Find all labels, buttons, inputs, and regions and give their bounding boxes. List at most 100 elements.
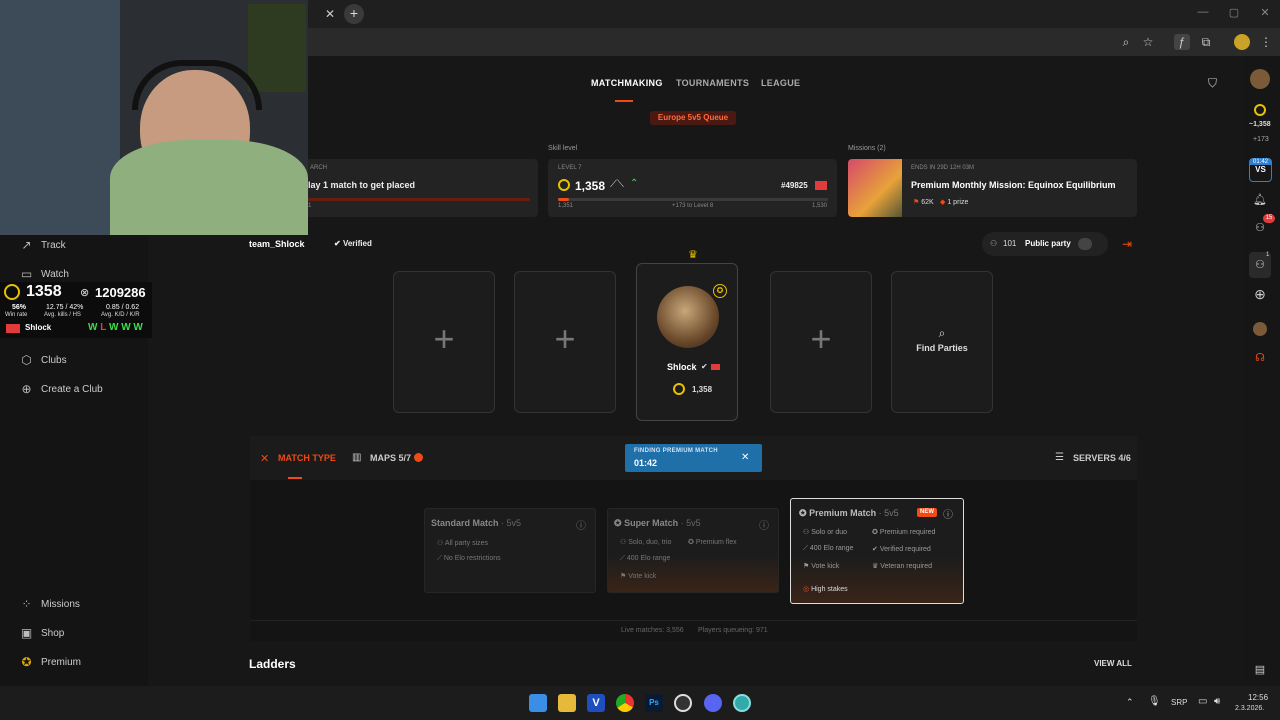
finding-timer: 01:42 (634, 458, 658, 468)
extensions-puzzle-icon[interactable]: ⧉ (1198, 34, 1214, 50)
add-icon[interactable]: ⊕ (1252, 286, 1268, 302)
chrome-icon[interactable] (616, 694, 634, 712)
headset-icon[interactable]: ☊ (1252, 350, 1268, 366)
streak-loss: L (100, 322, 107, 333)
microphone-icon[interactable]: 🎙︎ (1148, 696, 1161, 707)
info-icon[interactable]: ⓘ (943, 506, 953, 521)
players-queueing: Players queueing: 971 (698, 627, 768, 634)
invites-count-badge: 1 (1266, 252, 1270, 258)
feature-verified: ✔ Verified required (872, 546, 931, 553)
extension-icon[interactable]: ƒ (1174, 34, 1190, 50)
super-match-card[interactable]: ✪ Super Match · 5v5 ⓘ ⚇ Solo, duo, trio … (607, 508, 779, 593)
feature-text: Verified required (879, 546, 931, 553)
info-icon[interactable]: ⓘ (576, 517, 586, 532)
queue-status-button[interactable]: 01:42 VS (1249, 158, 1272, 182)
sidebar-item-shop[interactable]: ▣ Shop (20, 625, 65, 641)
video-icon: ▭ (20, 266, 33, 281)
profile-avatar[interactable] (1234, 34, 1250, 50)
overlay-kills-label: Avg. kills / HS (44, 312, 81, 318)
webcam-feed (0, 0, 308, 235)
vs-label: VS (1255, 165, 1266, 174)
chat-icon[interactable]: ▤ (1252, 662, 1268, 678)
plus-icon: + (810, 318, 832, 359)
cancel-search-icon[interactable]: ✕ (741, 452, 749, 463)
skill-level-label: LEVEL 7 (558, 165, 582, 171)
super-match-mode: · 5v5 (680, 518, 701, 528)
rail-elo-delta: +173 (1253, 136, 1269, 143)
standard-match-card[interactable]: Standard Match · 5v5 ⓘ ⚇ All party sizes… (424, 508, 596, 593)
photoshop-icon[interactable]: Ps (645, 694, 663, 712)
language-indicator[interactable]: SRP (1171, 698, 1187, 707)
find-parties-slot[interactable]: ⌕ Find Parties (891, 271, 993, 413)
premium-match-title: Premium Match (809, 508, 877, 518)
flag-icon (711, 364, 720, 370)
close-tab-icon[interactable]: ✕ (322, 6, 338, 22)
clock-time[interactable]: 12:56 (1248, 693, 1268, 702)
volume-icon[interactable]: 🔊︎ (1214, 696, 1220, 707)
sidebar-item-premium[interactable]: ✪ Premium (20, 654, 81, 670)
divider (250, 620, 1137, 621)
feature-text: Solo or duo (811, 529, 848, 536)
minimize-icon[interactable]: — (1194, 6, 1212, 22)
users-icon: ⚇ (990, 239, 998, 248)
match-tab-indicator (288, 477, 302, 479)
new-tab-button[interactable]: + (344, 4, 364, 24)
level-gauge-icon (558, 179, 570, 191)
tab-matchmaking[interactable]: MATCHMAKING (591, 78, 663, 88)
skill-card[interactable]: LEVEL 7 1,358 ⟋⟍ ⌃ #49825 1,351 +173 to … (548, 159, 837, 217)
public-party-toggle[interactable] (1078, 238, 1092, 250)
app-v-icon[interactable]: V (587, 694, 605, 712)
leave-party-icon[interactable]: ⇥ (1122, 237, 1132, 251)
tab-tournaments[interactable]: TOURNAMENTS (676, 78, 749, 88)
invite-slot[interactable]: + (770, 271, 872, 413)
tab-league[interactable]: LEAGUE (761, 78, 800, 88)
feature-party-sizes: ⚇ All party sizes (437, 540, 489, 547)
discord-icon[interactable] (704, 694, 722, 712)
feature-text: 400 Elo range (626, 555, 671, 562)
invite-slot[interactable]: + (514, 271, 616, 413)
player-avatar (657, 286, 719, 348)
sidebar-item-create-club[interactable]: ⊕ Create a Club (20, 381, 102, 397)
mission-card[interactable]: ENDS IN 29D 12H 03M Premium Monthly Miss… (848, 159, 1137, 217)
finding-label: FINDING PREMIUM MATCH (634, 448, 718, 454)
zoom-icon[interactable]: ⌕ (1118, 34, 1134, 50)
friend-avatar[interactable] (1253, 322, 1267, 336)
windows-start-icon[interactable] (529, 694, 547, 712)
shield-icon[interactable]: ⛉ (1208, 76, 1217, 91)
sidebar-item-track[interactable]: ↗ Track (20, 237, 65, 253)
player-elo: 1,358 (692, 385, 713, 394)
bell-icon[interactable]: 🔔︎ (1252, 192, 1268, 208)
sidebar-item-clubs[interactable]: ⬡ Clubs (20, 352, 66, 368)
tab-maps[interactable]: MAPS 5/7 (370, 453, 411, 463)
player-slot[interactable]: ✪ Shlock ✔ 1,358 (636, 263, 738, 421)
menu-kebab-icon[interactable]: ⋮ (1258, 34, 1274, 50)
active-tab-indicator (615, 100, 633, 102)
team-name: team_Shlock (249, 239, 305, 249)
network-icon[interactable]: ▭ (1198, 696, 1207, 707)
mission-points: ⚑ 62K (913, 198, 934, 206)
obs-icon[interactable] (674, 694, 692, 712)
skill-rank: #49825 (781, 181, 808, 190)
close-window-icon[interactable]: ✕ (1256, 6, 1274, 22)
clock-date[interactable]: 2.3.2026. (1235, 705, 1264, 712)
bookmark-star-icon[interactable]: ☆ (1140, 34, 1156, 50)
sidebar-item-watch[interactable]: ▭ Watch (20, 266, 69, 282)
view-all-link[interactable]: VIEW ALL (1094, 659, 1132, 668)
tray-chevron-icon[interactable]: ⌃ (1126, 697, 1134, 708)
tab-servers[interactable]: SERVERS 4/6 (1073, 453, 1131, 463)
file-explorer-icon[interactable] (558, 694, 576, 712)
globe-app-icon[interactable] (733, 694, 751, 712)
mission-points-value: 62K (921, 199, 934, 206)
user-avatar[interactable] (1250, 69, 1270, 89)
tab-match-type[interactable]: MATCH TYPE (278, 453, 336, 463)
invite-slot[interactable]: + (393, 271, 495, 413)
friends-count-badge: 15 (1263, 214, 1275, 223)
party-status: ⚇ 101 Public party (982, 232, 1108, 256)
skill-min: 1,351 (558, 203, 574, 209)
premium-match-card[interactable]: ✪ Premium Match · 5v5 NEW ⓘ ⚇ Solo or du… (790, 498, 964, 604)
sidebar-item-missions[interactable]: ⁘ Missions (20, 596, 79, 612)
maximize-icon[interactable]: ▢ (1225, 6, 1243, 22)
skill-elo: 1,358 (575, 179, 606, 193)
info-icon[interactable]: ⓘ (759, 517, 769, 532)
placement-card[interactable]: ARCH lay 1 match to get placed 1 (300, 159, 538, 217)
